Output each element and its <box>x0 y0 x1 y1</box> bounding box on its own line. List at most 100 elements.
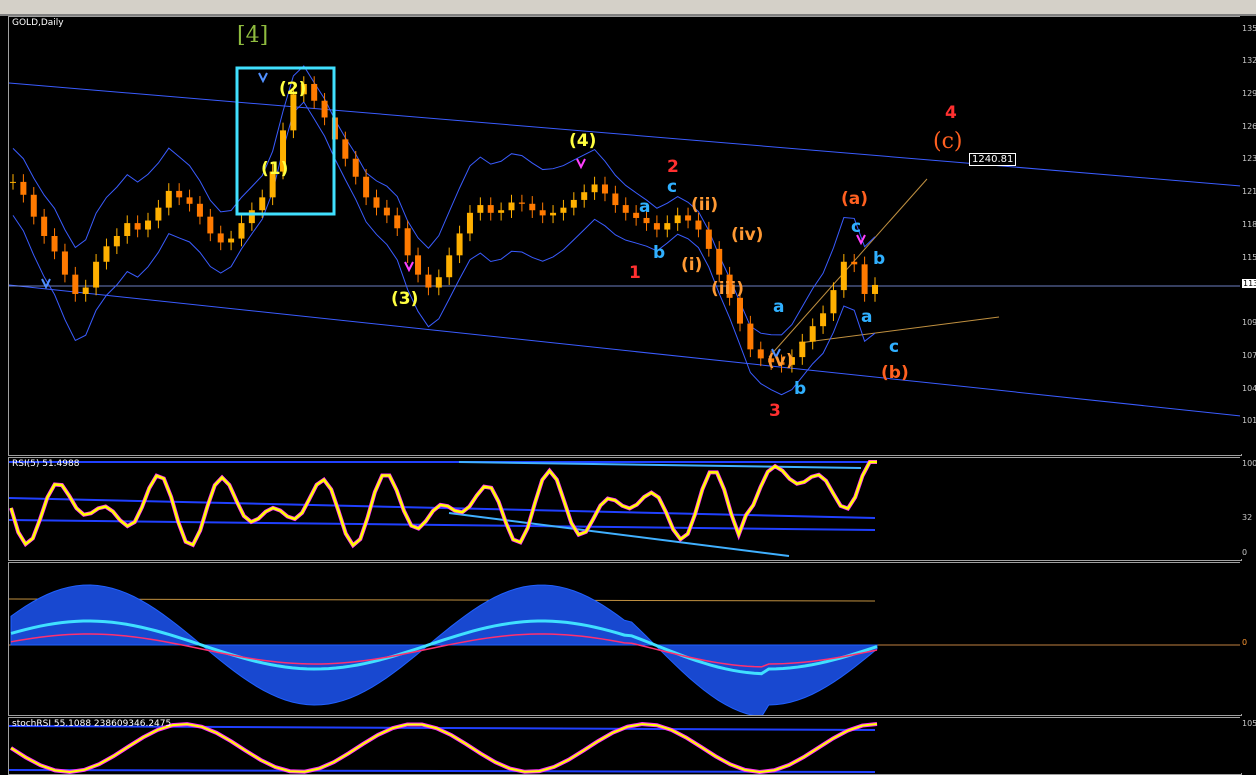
oscillator-pane <box>8 562 1242 716</box>
candle-body <box>311 83 318 101</box>
candle-body <box>830 290 837 314</box>
candle-body <box>103 246 110 262</box>
wave-label-w4-red: 4 <box>945 103 957 123</box>
candle-body <box>259 197 266 211</box>
axis-tick: 121 <box>1242 187 1256 196</box>
wave-label-w1-red: 1 <box>629 263 641 283</box>
wave-arrow <box>258 72 268 84</box>
candle-body <box>124 223 131 236</box>
candle-body <box>498 210 505 213</box>
axis-tick: 132 <box>1242 56 1256 65</box>
candle-body <box>736 297 743 324</box>
candle-body <box>61 251 68 275</box>
candle-body <box>487 205 494 213</box>
bollinger-lower <box>12 101 876 396</box>
candle-body <box>248 210 255 224</box>
axis-tick: 107 <box>1242 351 1256 360</box>
candle-body <box>72 274 79 294</box>
channel-lower-line <box>9 284 1241 417</box>
wave-label-ii: (ii) <box>691 195 719 215</box>
wave-label-c-orange: (c) <box>933 129 963 154</box>
wave-arrow <box>404 261 414 273</box>
candle-body <box>176 190 183 198</box>
wave-label-w4-major: [4] <box>237 23 269 48</box>
axis-tick: 123 <box>1242 154 1256 163</box>
price-level-tag: 1240.81 <box>969 153 1017 166</box>
candle-body <box>851 261 858 265</box>
candle-body <box>695 220 702 230</box>
zero-marker: 0 <box>1242 638 1248 647</box>
axis-tick: 109 <box>1242 318 1256 327</box>
wave-label-c-right: c <box>851 217 862 237</box>
candle-body <box>383 207 390 216</box>
candle-body <box>539 210 546 216</box>
candle-body <box>570 199 577 208</box>
wave-label-a-right: a <box>861 307 873 327</box>
wave-label-w3-red: 3 <box>769 401 781 421</box>
candle-body <box>560 207 567 213</box>
candle-body <box>20 181 27 195</box>
candle-body <box>145 220 152 230</box>
candle-body <box>757 349 764 359</box>
candle-body <box>456 233 463 256</box>
candle-body <box>404 228 411 256</box>
stochrsi-pane: stochRSI 55.1088 238609346.2475 <box>8 717 1242 775</box>
wave-label-w4-yellow: (4) <box>569 131 597 151</box>
candle-body <box>342 139 349 159</box>
candle-body <box>51 236 58 252</box>
candle-body <box>41 216 48 236</box>
window-title-bar <box>0 0 1256 16</box>
candle-body <box>705 229 712 249</box>
candle-body <box>612 193 619 206</box>
rsi-line-shadow <box>9 460 877 549</box>
candle-body <box>809 326 816 342</box>
wave-label-a-mid: a <box>639 197 651 217</box>
candle-body <box>872 284 878 294</box>
candle-body <box>581 192 588 200</box>
candle-body <box>643 217 650 224</box>
wave-label-i: (i) <box>681 255 703 275</box>
candle-body <box>30 194 37 217</box>
rsi-label: RSI(5) 51.4988 <box>12 459 80 469</box>
candle-body <box>799 341 806 358</box>
candle-body <box>435 277 442 288</box>
candle-body <box>591 184 598 193</box>
candle-body <box>601 184 608 194</box>
candle-body <box>238 223 245 239</box>
candle-body <box>477 205 484 213</box>
candle-body <box>93 261 100 288</box>
wave-label-b-low: b <box>794 379 807 399</box>
rsi-chart <box>9 460 877 557</box>
candle-body <box>664 223 671 230</box>
candle-body <box>518 202 525 204</box>
candle-body <box>466 212 473 234</box>
oscillator-axis: 0 <box>1240 562 1256 714</box>
candle-body <box>155 207 162 221</box>
candle-body <box>622 205 629 213</box>
candle-body <box>363 176 370 198</box>
candle-body <box>373 197 380 208</box>
candle-body <box>134 223 141 230</box>
candle-body <box>446 255 453 278</box>
wave-label-b-right: b <box>873 249 886 269</box>
stochrsi-axis: 105 <box>1240 717 1256 773</box>
axis-tick: 104 <box>1242 384 1256 393</box>
axis-tick: 101 <box>1242 416 1256 425</box>
candle-body <box>207 216 214 234</box>
candle-body <box>186 197 193 204</box>
candle-body <box>550 212 557 216</box>
wave-label-v: (v) <box>767 351 794 371</box>
oscillator-chart <box>9 584 1241 715</box>
wave-label-b-mid: b <box>653 243 666 263</box>
candle-body <box>685 215 692 221</box>
wave-label-c-far: c <box>889 337 900 357</box>
wave-label-a-low: a <box>773 297 785 317</box>
candle-body <box>425 274 432 288</box>
wave-label-w1-yellow: (1) <box>261 159 289 179</box>
axis-tick: 32 <box>1242 513 1253 522</box>
stochrsi-chart <box>9 722 878 774</box>
stochrsi-label: stochRSI 55.1088 238609346.2475 <box>12 719 172 729</box>
wave-label-w3-yellow: (3) <box>391 289 419 309</box>
candle-body <box>747 323 754 350</box>
axis-tick: 126 <box>1242 122 1256 131</box>
